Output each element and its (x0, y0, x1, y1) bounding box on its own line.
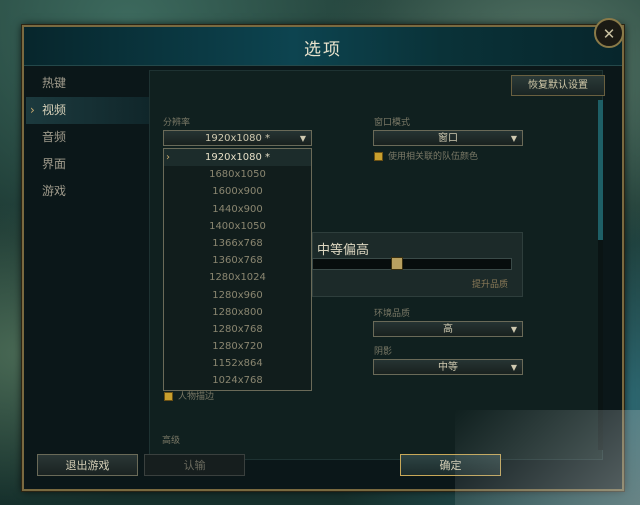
resolution-option[interactable]: 1366x768 (164, 235, 311, 252)
resolution-option[interactable]: 1280x720 (164, 338, 311, 355)
resolution-option[interactable]: 1280x960 (164, 287, 311, 304)
window-mode-label: 窗口模式 (374, 118, 411, 128)
resolution-option[interactable]: 1920x1080 * (164, 149, 311, 166)
resolution-option[interactable]: 1152x864 (164, 355, 311, 372)
exit-game-button[interactable]: 退出游戏 (37, 454, 138, 476)
resolution-option[interactable]: 1360x768 (164, 252, 311, 269)
team-color-checkbox-row[interactable]: 使用相关联的队伍颜色 (374, 149, 478, 162)
sidebar-item-audio[interactable]: 音频 (26, 124, 150, 151)
environment-quality-value: 高 (443, 324, 453, 335)
sidebar-item-game[interactable]: 游戏 (26, 178, 150, 205)
resolution-select[interactable]: 1920x1080 * ▼ (163, 130, 312, 146)
environment-quality-label: 环境品质 (374, 309, 411, 319)
chevron-down-icon: ▼ (299, 134, 306, 143)
graphics-quality-slider[interactable] (312, 258, 512, 270)
team-color-checkbox[interactable] (374, 152, 383, 161)
resolution-option[interactable]: 1440x900 (164, 201, 311, 218)
resolution-dropdown-list: 1920x1080 * 1680x1050 1600x900 1440x900 … (163, 148, 312, 391)
surrender-button[interactable]: 认输 (144, 454, 245, 476)
environment-quality-select[interactable]: 高 ▼ (373, 321, 523, 337)
resolution-option[interactable]: 1680x1050 (164, 166, 311, 183)
graphics-quality-title: 中等偏高 (317, 243, 370, 258)
close-icon[interactable]: ✕ (594, 18, 624, 48)
window-title: 选项 (304, 40, 342, 60)
sidebar-nav: 热键 视频 音频 界面 游戏 (26, 70, 150, 205)
advanced-section-label: 高级 (162, 436, 181, 446)
resolution-label: 分辨率 (163, 118, 191, 128)
enhance-quality-label: 提升品质 (472, 280, 509, 290)
resolution-option[interactable]: 1024x768 (164, 372, 311, 389)
chevron-down-icon: ▼ (510, 363, 517, 372)
resolution-option[interactable]: 1280x768 (164, 321, 311, 338)
window-mode-select[interactable]: 窗口 ▼ (373, 130, 523, 146)
window-mode-value: 窗口 (438, 133, 458, 144)
resolution-option[interactable]: 1400x1050 (164, 218, 311, 235)
scrollbar-thumb[interactable] (598, 100, 603, 240)
outline-checkbox[interactable] (164, 392, 173, 401)
chevron-down-icon: ▼ (510, 325, 517, 334)
chevron-down-icon: ▼ (510, 134, 517, 143)
sidebar-item-interface[interactable]: 界面 (26, 151, 150, 178)
team-color-label: 使用相关联的队伍颜色 (388, 152, 479, 162)
resolution-option[interactable]: 1280x800 (164, 304, 311, 321)
sidebar-item-hotkeys[interactable]: 热键 (26, 70, 150, 97)
graphics-quality-slider-handle[interactable] (391, 257, 403, 270)
sidebar-item-video[interactable]: 视频 (26, 97, 150, 124)
resolution-option[interactable]: 1600x900 (164, 183, 311, 200)
window-header: 选项 (24, 27, 622, 66)
shadow-label: 阴影 (374, 347, 393, 357)
reset-defaults-button[interactable]: 恢复默认设置 (511, 75, 605, 96)
outline-checkbox-label: 人物描边 (178, 392, 215, 402)
shadow-value: 中等 (438, 362, 458, 373)
resolution-value: 1920x1080 * (205, 133, 270, 144)
shadow-select[interactable]: 中等 ▼ (373, 359, 523, 375)
confirm-button[interactable]: 确定 (400, 454, 501, 476)
resolution-option[interactable]: 1280x1024 (164, 269, 311, 286)
